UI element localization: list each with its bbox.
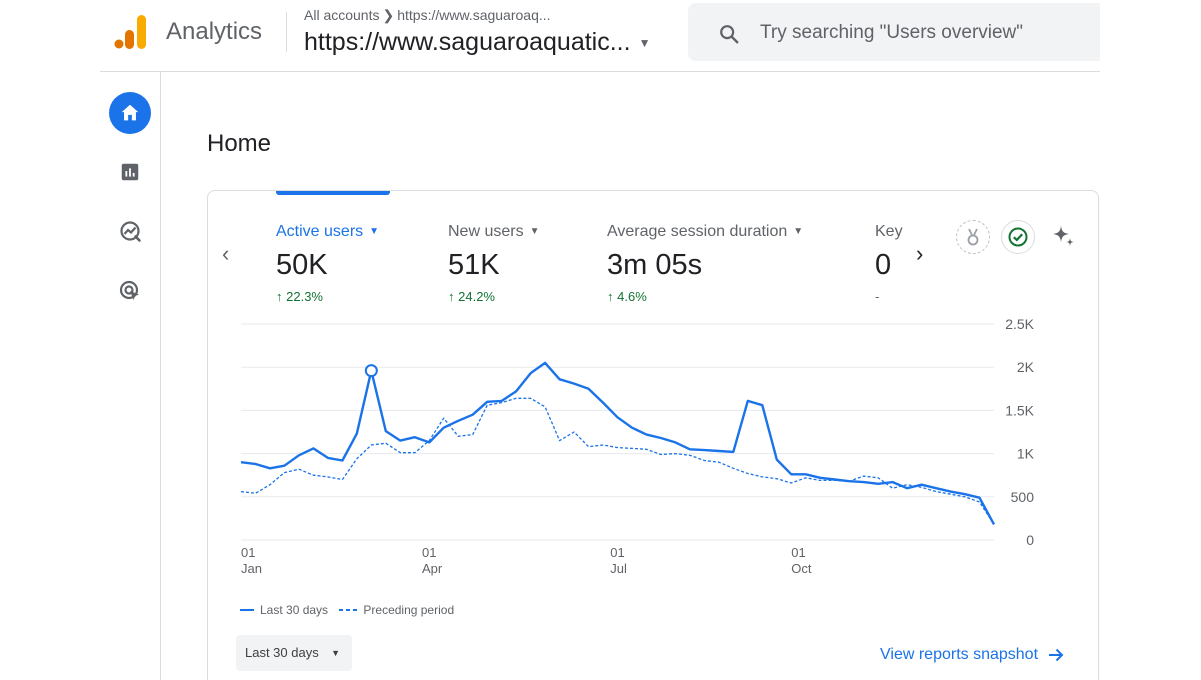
property-name[interactable]: https://www.saguaroaquatic... (304, 28, 631, 56)
metric-change: ↑ 22.3% (276, 289, 323, 304)
property-selector[interactable]: https://www.saguaroaquatic... ▼ (304, 28, 650, 57)
insights-badge-button[interactable] (956, 220, 990, 254)
x-tick-day: 01 (422, 545, 436, 560)
x-tick-month: Oct (791, 561, 812, 576)
y-tick-label: 2K (1017, 359, 1035, 375)
metric-change: - (875, 289, 880, 304)
reports-icon (121, 163, 139, 181)
x-tick-day: 01 (241, 545, 255, 560)
y-tick-label: 0 (1026, 532, 1034, 548)
account-breadcrumb[interactable]: All accounts ❯ https://www.saguaroaq... (304, 7, 551, 24)
metric-value: 50K (276, 249, 328, 281)
series-line-current (240, 361, 996, 525)
legend-solid-line (240, 609, 254, 611)
view-reports-snapshot-link[interactable]: View reports snapshot (880, 646, 1064, 664)
top-bar: Analytics All accounts ❯ https://www.sagua… (100, 0, 1100, 72)
dropdown-caret-icon: ▼ (331, 648, 340, 658)
check-circle-icon (1008, 227, 1028, 247)
nav-reports[interactable] (109, 151, 151, 193)
legend-current: Last 30 days (240, 603, 328, 617)
metric-next-chevron-icon[interactable]: › (916, 241, 923, 267)
dropdown-caret-icon: ▼ (793, 226, 804, 238)
active-tab-indicator (276, 191, 390, 195)
metric-value: 0 (875, 249, 892, 281)
x-tick-day: 01 (610, 545, 624, 560)
date-range-label[interactable]: Last 30 days (245, 645, 319, 660)
view-reports-snapshot-label[interactable]: View reports snapshot (880, 646, 1038, 664)
metric-value: 3m 05s (607, 249, 703, 281)
data-quality-button[interactable] (1001, 220, 1035, 254)
legend-previous: Preceding period (339, 603, 454, 617)
date-range-selector[interactable]: Last 30 days ▼ (236, 635, 352, 671)
x-tick-day: 01 (791, 545, 805, 560)
ai-insights-button[interactable] (1047, 220, 1081, 254)
metric-change: ↑ 24.2% (448, 289, 495, 304)
y-tick-label: 1K (1017, 446, 1035, 462)
legend-previous-label: Preceding period (363, 603, 455, 617)
x-tick-month: Jul (610, 561, 627, 576)
arrow-up-icon: ↑ (448, 289, 455, 304)
metric-avg-session-duration[interactable]: Average session duration ▼ 3m 05s ↑ 4.6% (607, 223, 803, 304)
metric-value: 51K (448, 249, 500, 281)
dropdown-caret-icon: ▼ (529, 226, 540, 238)
explore-icon (120, 221, 141, 242)
search-placeholder[interactable]: Try searching "Users overview" (760, 22, 1023, 44)
breadcrumb-all-accounts[interactable]: All accounts (304, 7, 379, 23)
header-divider (286, 12, 287, 52)
nav-explore[interactable] (109, 210, 151, 252)
metric-key-events[interactable]: Key 0 - (875, 223, 903, 304)
nav-rail (100, 72, 161, 680)
home-icon (121, 104, 139, 121)
metric-new-users[interactable]: New users ▼ 51K ↑ 24.2% (448, 223, 539, 304)
highlight-point (364, 364, 378, 378)
arrow-right-icon (1049, 648, 1064, 662)
overview-card: ‹ Active users ▼ 50K ↑ 22.3% New users ▼ 5… (207, 190, 1099, 680)
active-users-chart: 2.5K2K1.5K1K500001Jan01Apr01Jul01Oct (240, 316, 1035, 576)
x-tick-month: Jan (241, 561, 262, 576)
analytics-logo (114, 15, 146, 49)
advertising-icon (119, 280, 139, 300)
nav-advertising[interactable] (109, 270, 151, 312)
sparkle-icon (1053, 226, 1074, 246)
y-tick-label: 2.5K (1005, 316, 1034, 332)
search-bar[interactable]: Try searching "Users overview" (688, 3, 1100, 61)
dropdown-caret-icon: ▼ (638, 36, 651, 51)
legend-dashed-line (339, 609, 358, 611)
breadcrumb-chevron-icon: ❯ (382, 7, 395, 23)
metric-active-users[interactable]: Active users ▼ 50K ↑ 22.3% (276, 223, 379, 304)
metric-label[interactable]: Average session duration ▼ (607, 223, 803, 241)
metric-change: ↑ 4.6% (607, 289, 647, 304)
arrow-up-icon: ↑ (276, 289, 283, 304)
medal-icon (967, 228, 979, 246)
nav-home[interactable] (109, 92, 151, 134)
search-icon (720, 25, 739, 44)
metric-label[interactable]: Active users ▼ (276, 223, 379, 241)
chart-legend: Last 30 days Preceding period (240, 601, 462, 617)
metric-label[interactable]: New users ▼ (448, 223, 539, 241)
x-tick-month: Apr (422, 561, 443, 576)
main-content: Home ‹ Active users ▼ 50K ↑ 22.3% New use… (161, 72, 1100, 680)
metric-label[interactable]: Key (875, 223, 903, 241)
page-title: Home (207, 130, 272, 157)
arrow-up-icon: ↑ (607, 289, 614, 304)
y-tick-label: 500 (1011, 489, 1035, 505)
breadcrumb-account[interactable]: https://www.saguaroaq... (397, 7, 550, 23)
analytics-app: Analytics All accounts ❯ https://www.sagua… (100, 0, 1100, 680)
app-brand: Analytics (166, 18, 263, 45)
metric-prev-chevron-icon[interactable]: ‹ (222, 241, 229, 267)
y-tick-label: 1.5K (1005, 402, 1034, 418)
legend-current-label: Last 30 days (260, 603, 329, 617)
dropdown-caret-icon: ▼ (369, 226, 380, 238)
